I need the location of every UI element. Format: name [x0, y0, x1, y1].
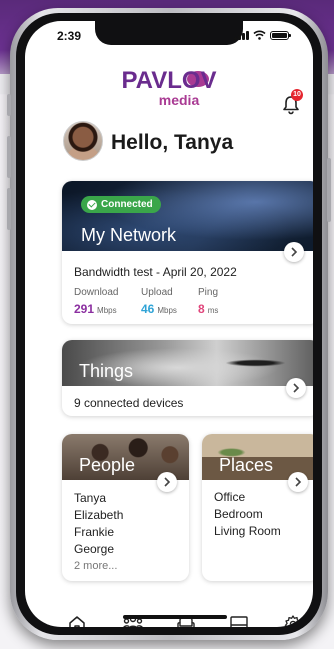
phone-frame: 2:39 PAVLOV media 10 Hello, Tanya Connec…: [7, 8, 331, 640]
status-time: 2:39: [57, 29, 82, 43]
pavlov-media-logo: PAVLOV media: [121, 69, 217, 115]
things-chevron-button[interactable]: [286, 378, 306, 398]
people-item: Tanya: [74, 491, 107, 505]
gear-icon: [284, 615, 302, 627]
chevron-right-icon: [164, 477, 171, 487]
logo-wordmark: PAVLOV: [121, 67, 217, 94]
greeting-title: Hello, Tanya: [111, 131, 234, 154]
chevron-right-icon: [295, 477, 302, 487]
bandwidth-test-label: Bandwidth test - April 20, 2022: [74, 265, 237, 279]
download-value: 291 Mbps: [74, 302, 117, 316]
people-title: People: [79, 455, 136, 475]
things-card[interactable]: Things 9 connected devices: [62, 340, 313, 416]
avatar[interactable]: [63, 121, 103, 161]
people-item: Elizabeth: [74, 508, 124, 522]
people-item: Frankie: [74, 525, 115, 539]
places-item: Office: [214, 490, 246, 504]
battery-icon: [270, 30, 291, 40]
places-title: Places: [219, 455, 274, 475]
notification-badge: 10: [291, 89, 303, 101]
people-more-link[interactable]: 2 more...: [74, 558, 117, 575]
status-icons: [234, 30, 291, 40]
ping-unit: ms: [207, 306, 219, 315]
things-title: Things: [79, 361, 134, 381]
volume-up-button: [7, 136, 11, 178]
connected-badge: Connected: [81, 196, 161, 213]
places-item: Living Room: [214, 524, 281, 538]
things-subtitle: 9 connected devices: [74, 396, 184, 410]
chevron-right-icon: [291, 247, 298, 257]
connected-label: Connected: [101, 199, 153, 210]
tab-settings[interactable]: [278, 609, 308, 627]
tab-devices[interactable]: [224, 609, 254, 627]
download-unit: Mbps: [97, 306, 117, 315]
network-chevron-button[interactable]: [284, 242, 304, 262]
phone-bezel: 2:39 PAVLOV media 10 Hello, Tanya Connec…: [16, 13, 322, 635]
notch: [95, 21, 243, 45]
check-circle-icon: [87, 199, 97, 210]
chevron-right-icon: [293, 383, 300, 393]
power-button: [327, 158, 331, 222]
upload-label: Upload: [141, 287, 173, 298]
ping-label: Ping: [198, 287, 219, 298]
mute-switch: [7, 94, 11, 116]
home-icon: [69, 616, 85, 627]
places-card[interactable]: Places Office Bedroom Living Room: [202, 434, 313, 581]
tab-home[interactable]: [62, 609, 92, 627]
my-network-card[interactable]: Connected My Network Bandwidth test - Ap…: [62, 181, 313, 324]
people-card[interactable]: People Tanya Elizabeth Frankie George 2 …: [62, 434, 189, 581]
places-item: Bedroom: [214, 507, 263, 521]
download-label: Download: [74, 287, 119, 298]
people-item: George: [74, 542, 115, 556]
logo-subtitle: media: [158, 92, 200, 108]
wifi-icon: [253, 30, 266, 40]
signal-icon: [234, 30, 249, 40]
ping-value: 8 ms: [198, 302, 219, 316]
home-indicator: [123, 615, 227, 619]
places-chevron-button[interactable]: [288, 472, 308, 492]
monitor-icon: [230, 616, 248, 627]
upload-unit: Mbps: [157, 306, 177, 315]
app-screen: 2:39 PAVLOV media 10 Hello, Tanya Connec…: [25, 21, 313, 627]
network-title: My Network: [81, 225, 177, 245]
volume-down-button: [7, 188, 11, 230]
upload-value: 46 Mbps: [141, 302, 177, 316]
people-chevron-button[interactable]: [157, 472, 177, 492]
